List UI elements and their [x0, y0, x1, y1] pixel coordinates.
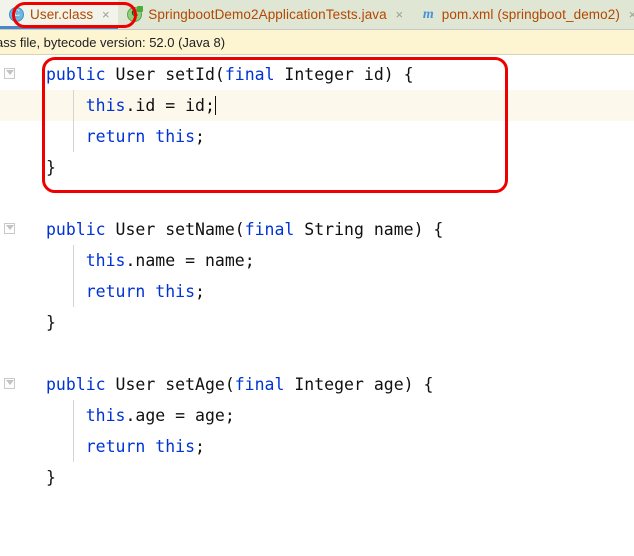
tab-label-springboot-demo2-application-tests: SpringbootDemo2ApplicationTests.java [148, 7, 387, 22]
tab-label-user-class: User.class [30, 7, 94, 22]
bytecode-notification-text: ass file, bytecode version: 52.0 (Java 8… [0, 34, 226, 50]
maven-icon: m [422, 7, 434, 22]
code-line[interactable]: this.age = age; [0, 400, 634, 431]
code-token: this [85, 96, 126, 115]
bytecode-notification-bar: ass file, bytecode version: 52.0 (Java 8… [0, 29, 634, 55]
code-line[interactable]: } [0, 307, 634, 338]
code-line[interactable] [0, 338, 634, 369]
ide-editor-window: C User.class × C SpringbootDemo2Applicat… [0, 0, 634, 556]
tab-springboot-demo2-application-tests[interactable]: C SpringbootDemo2ApplicationTests.java × [118, 0, 412, 29]
code-token: } [46, 158, 56, 177]
code-token: .name = name; [125, 251, 255, 270]
code-token: this [85, 406, 126, 425]
tab-label-pom-xml: pom.xml (springboot_demo2) [441, 7, 620, 22]
code-line[interactable] [0, 183, 634, 214]
code-token: } [46, 468, 56, 487]
code-token: return [85, 437, 146, 456]
code-token: Integer id) { [274, 65, 414, 84]
code-token: .id = id; [125, 96, 215, 115]
indent-guide [73, 90, 74, 152]
code-token: this [155, 282, 196, 301]
code-token: ; [195, 282, 205, 301]
tab-close-icon-user-class[interactable]: × [100, 8, 111, 21]
code-line[interactable]: public User setName(final String name) { [0, 214, 634, 245]
code-token: return [85, 127, 146, 146]
code-token: return [85, 282, 146, 301]
code-content[interactable]: public User setId(final Integer id) { th… [0, 55, 634, 556]
code-line[interactable]: return this; [0, 431, 634, 462]
indent-guide [73, 245, 74, 307]
code-token: public [46, 375, 106, 394]
code-line[interactable]: } [0, 152, 634, 183]
code-token: this [85, 251, 126, 270]
indent-guide [73, 400, 74, 462]
code-token: ; [195, 437, 205, 456]
code-token: Integer age) { [284, 375, 434, 394]
code-token: this [155, 127, 196, 146]
code-line[interactable]: this.name = name; [0, 245, 634, 276]
tab-user-class[interactable]: C User.class × [0, 0, 119, 29]
code-line[interactable]: this.id = id; [0, 90, 634, 121]
code-token: public [46, 220, 106, 239]
code-line[interactable]: } [0, 462, 634, 493]
code-token: User setAge( [105, 375, 235, 394]
code-token: this [155, 437, 196, 456]
code-token: } [46, 313, 56, 332]
java-class-icon: C [9, 7, 24, 22]
code-token: String name) { [294, 220, 444, 239]
code-token: final [224, 65, 275, 84]
code-token: User setName( [105, 220, 245, 239]
code-token: final [234, 375, 285, 394]
text-caret [214, 96, 216, 115]
tab-close-icon-springboot-demo2-application-tests[interactable]: × [394, 8, 405, 21]
code-token: ; [195, 127, 205, 146]
tab-pom-xml[interactable]: m pom.xml (springboot_demo2) × [411, 0, 634, 29]
editor-tab-bar: C User.class × C SpringbootDemo2Applicat… [0, 0, 634, 29]
code-line[interactable]: public User setId(final Integer id) { [0, 59, 634, 90]
code-line[interactable]: return this; [0, 276, 634, 307]
java-test-class-icon: C [127, 6, 144, 22]
code-line[interactable]: public User setAge(final Integer age) { [0, 369, 634, 400]
code-line[interactable]: return this; [0, 121, 634, 152]
code-editor[interactable]: public User setId(final Integer id) { th… [0, 55, 634, 556]
tab-close-icon-pom-xml[interactable]: × [627, 8, 634, 21]
code-token: .age = age; [125, 406, 235, 425]
code-token: final [244, 220, 295, 239]
code-token: public [46, 65, 106, 84]
code-token: User setId( [105, 65, 225, 84]
test-indicator-icon [137, 6, 144, 12]
